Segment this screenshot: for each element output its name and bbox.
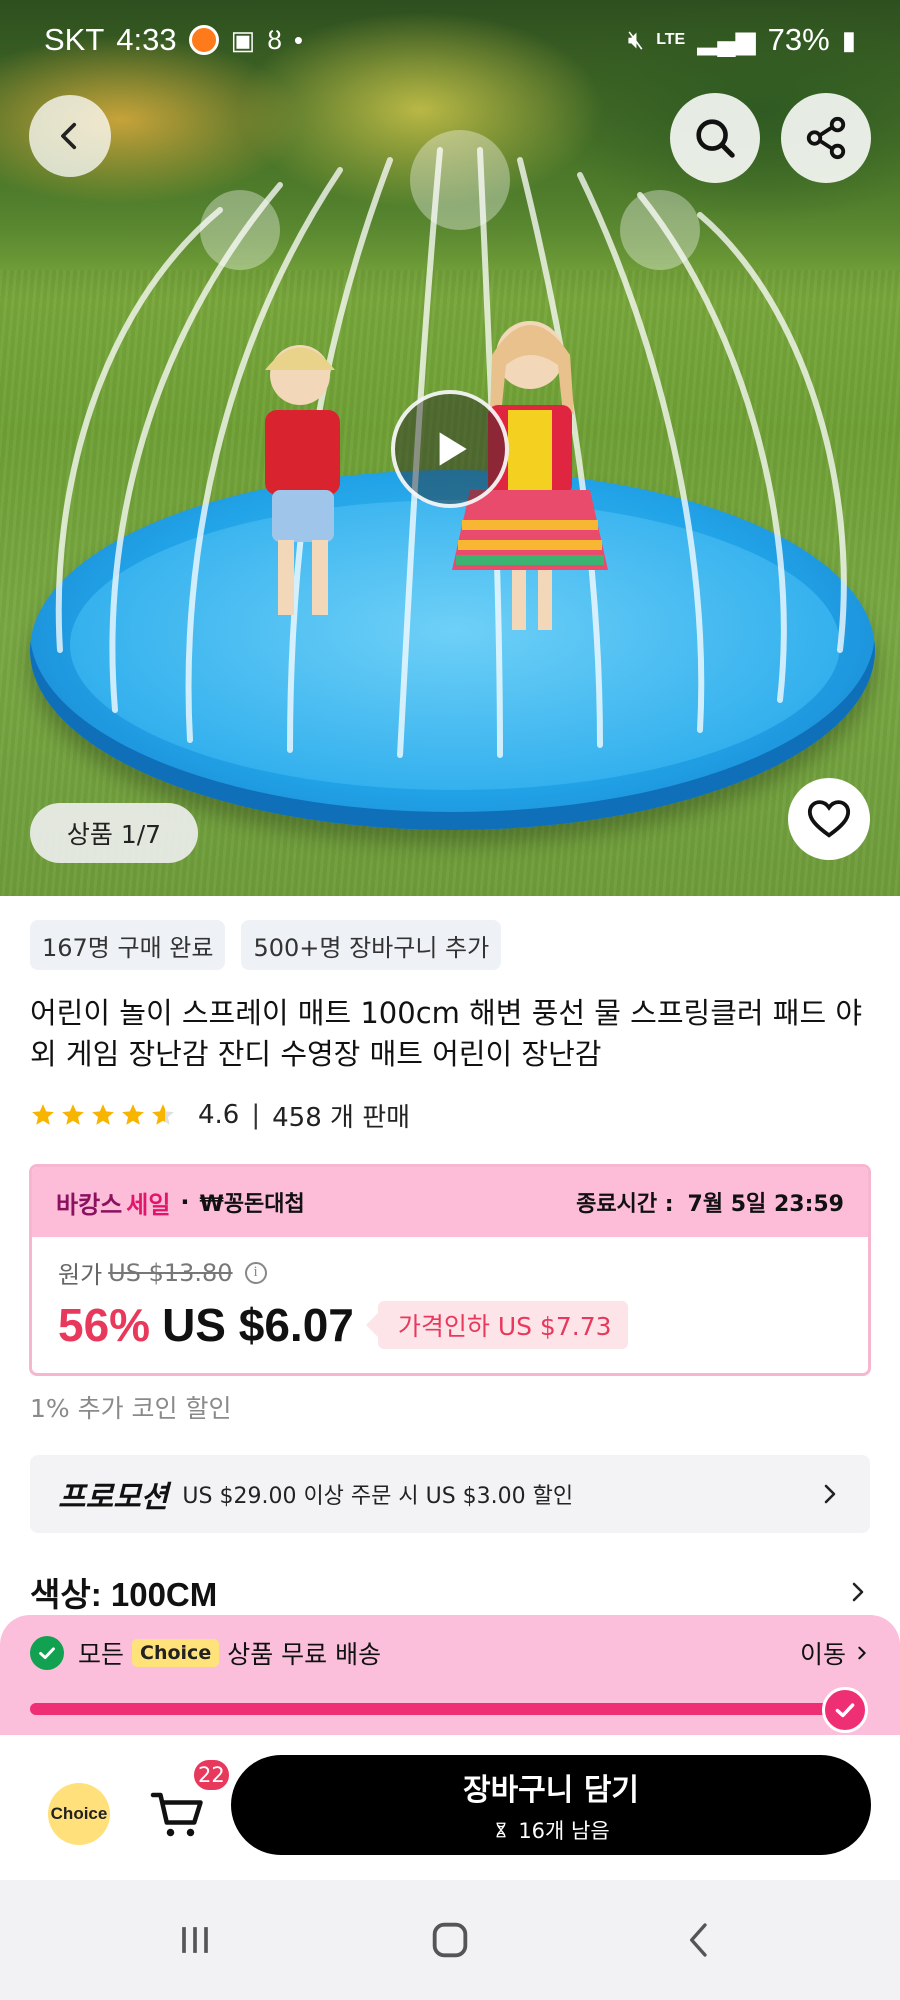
home-icon (432, 1922, 468, 1958)
app-notification-icon (188, 25, 219, 55)
separator: | (251, 1100, 261, 1130)
price-drop-badge: 가격인하 US $7.73 (365, 1301, 628, 1349)
move-label: 이동 (799, 1640, 846, 1669)
status-bar: SKT 4:33 ▣ ȣ • 🔇︎ LTE ▂▄▆ 73% ▮ (0, 0, 900, 86)
sale-header: 바캉스 세일 · ₩꽁돈대첩 종료시간 : 7월 5일 23:59 (32, 1167, 868, 1237)
sales-count: 458 개 판매 (272, 1102, 411, 1133)
sale-end-time: 종료시간 : 7월 5일 23:59 (576, 1186, 844, 1218)
original-price-label: 원가 (58, 1261, 103, 1289)
add-to-cart-label: 장바구니 담기 (462, 1773, 640, 1808)
notification-icon: ȣ (267, 24, 282, 55)
bottom-action-bar: Choice 22 장바구니 담기 16개 남음 (0, 1735, 900, 1880)
search-button[interactable] (670, 93, 760, 183)
star-icon (92, 1104, 114, 1125)
more-notifications-icon: • (293, 24, 304, 55)
product-image-carousel[interactable]: SKT 4:33 ▣ ȣ • 🔇︎ LTE ▂▄▆ 73% ▮ 상품 1/7 (0, 0, 900, 896)
star-icon (122, 1104, 144, 1125)
price-row: 56% US $6.07 가격인하 US $7.73 (58, 1298, 842, 1352)
add-to-cart-button[interactable]: 장바구니 담기 16개 남음 (231, 1755, 871, 1855)
cart-added-count-tag: 500+명 장바구니 추가 (241, 920, 502, 970)
star-rating (30, 1102, 176, 1128)
sale-card: 바캉스 세일 · ₩꽁돈대첩 종료시간 : 7월 5일 23:59 원가 US … (29, 1164, 871, 1376)
cart-button[interactable] (148, 1785, 208, 1845)
free-shipping-progress-fill (30, 1703, 865, 1715)
back-icon (61, 122, 77, 150)
free-shipping-text-after: 상품 무료 배송 (227, 1640, 382, 1669)
search-icon (696, 119, 735, 158)
promotion-label: 프로모션 (58, 1480, 169, 1515)
choice-chip: Choice (132, 1639, 220, 1667)
star-icon (62, 1104, 84, 1125)
original-price-row: 원가 US $13.80 i (58, 1255, 842, 1290)
discount-percent: 56% (58, 1299, 151, 1351)
battery-icon: ▮ (841, 24, 856, 55)
check-icon (30, 1636, 64, 1670)
cart-icon (150, 1792, 203, 1837)
gallery-notification-icon: ▣ (230, 24, 256, 55)
nav-back-icon (690, 1923, 707, 1957)
signal-icon: ▂▄▆ (697, 24, 756, 55)
share-icon (806, 116, 846, 160)
cart-count-badge: 22 (192, 1758, 231, 1792)
back-button[interactable] (29, 95, 111, 177)
star-icon (32, 1104, 54, 1125)
mute-icon: 🔇︎ (627, 24, 645, 54)
free-shipping-banner: 모든 Choice 상품 무료 배송 이동 (0, 1615, 900, 1735)
move-link[interactable]: 이동 (800, 1635, 870, 1671)
battery-percent: 73% (767, 22, 830, 57)
recents-button[interactable] (135, 1880, 255, 2000)
chevron-right-icon (824, 1484, 836, 1504)
home-button[interactable] (390, 1880, 510, 2000)
color-selector[interactable]: 색상: 100CM (30, 1567, 870, 1617)
network-type: LTE (656, 31, 686, 48)
sale-separator: · (180, 1188, 190, 1216)
recents-icon (182, 1927, 208, 1953)
share-button[interactable] (781, 93, 871, 183)
original-price: US $13.80 (108, 1258, 233, 1287)
photo-counter: 상품 1/7 (30, 803, 198, 863)
carrier-label: SKT (44, 22, 105, 57)
promotion-row[interactable]: 프로모션 US $29.00 이상 주문 시 US $3.00 할인 (30, 1455, 870, 1533)
sale-price: US $6.07 (162, 1299, 354, 1351)
progress-check-icon (822, 1687, 868, 1733)
heart-icon (807, 800, 851, 838)
rating-value: 4.6 (198, 1100, 240, 1130)
sale-name-part2: 세일 (126, 1190, 171, 1219)
hourglass-icon (496, 1822, 506, 1838)
sale-end-value: 7월 5일 23:59 (687, 1192, 844, 1217)
purchased-count-tag: 167명 구매 완료 (30, 920, 226, 970)
social-proof-tags: 167명 구매 완료 500+명 장바구니 추가 (30, 920, 502, 970)
nav-back-button[interactable] (640, 1880, 760, 2000)
sale-end-label: 종료시간 : (576, 1192, 674, 1217)
free-shipping-text-before: 모든 (78, 1640, 125, 1669)
info-icon[interactable]: i (244, 1261, 267, 1284)
free-shipping-progress (30, 1703, 865, 1715)
sale-subtitle: ₩꽁돈대첩 (199, 1192, 305, 1217)
color-label: 색상: 100CM (30, 1576, 218, 1613)
promotion-text: US $29.00 이상 주문 시 US $3.00 할인 (182, 1484, 574, 1509)
choice-logo[interactable]: Choice (48, 1783, 110, 1845)
system-navigation-bar (0, 1880, 900, 2000)
clock: 4:33 (116, 22, 177, 57)
stock-remaining: 16개 남음 (518, 1819, 610, 1843)
play-icon (439, 432, 467, 466)
wishlist-button[interactable] (788, 778, 870, 860)
half-star-icon (152, 1104, 174, 1125)
chevron-right-icon (858, 1646, 866, 1660)
coin-discount: 1% 추가 코인 할인 (30, 1394, 232, 1423)
play-video-button[interactable] (391, 390, 509, 508)
product-title: 어린이 놀이 스프레이 매트 100cm 해변 풍선 물 스프링클러 패드 야외… (30, 996, 863, 1071)
rating-row[interactable]: 4.6 | 458 개 판매 (30, 1095, 410, 1135)
chevron-right-icon (852, 1582, 864, 1602)
sale-name-part1: 바캉스 (56, 1190, 123, 1219)
